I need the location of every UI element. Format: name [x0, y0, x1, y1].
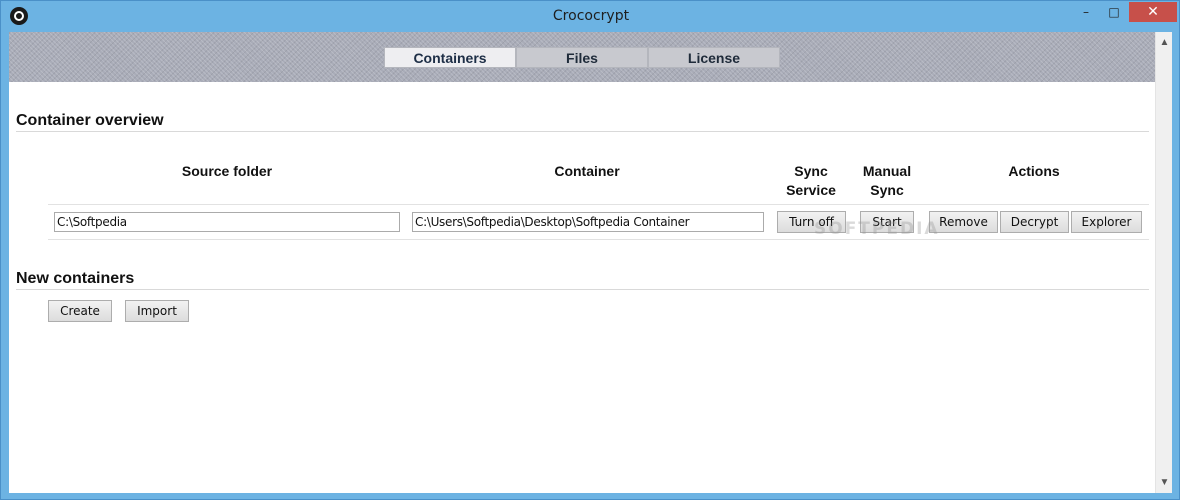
table-divider — [48, 204, 1149, 205]
column-header-manual-line2: Sync — [870, 182, 904, 198]
tab-license[interactable]: License — [648, 47, 780, 68]
import-button[interactable]: Import — [125, 300, 189, 322]
column-header-sync-service: Sync Service — [771, 162, 851, 200]
decrypt-button[interactable]: Decrypt — [1000, 211, 1069, 233]
container-path-field[interactable]: C:\Users\Softpedia\Desktop\Softpedia Con… — [412, 212, 764, 232]
tab-files[interactable]: Files — [516, 47, 648, 68]
scroll-up-icon[interactable]: ▲ — [1156, 34, 1173, 51]
client-area: Containers Files License Container overv… — [9, 32, 1172, 493]
table-divider — [48, 239, 1149, 240]
app-window: Crococrypt – □ ✕ Containers Files Licens… — [0, 0, 1180, 500]
column-header-container: Container — [554, 163, 620, 179]
scroll-down-icon[interactable]: ▼ — [1156, 474, 1173, 491]
header-banner: Containers Files License — [9, 32, 1155, 82]
tab-bar: Containers Files License — [384, 47, 780, 68]
maximize-button[interactable]: □ — [1101, 2, 1127, 22]
window-title: Crococrypt — [552, 8, 630, 24]
tab-containers[interactable]: Containers — [384, 47, 516, 68]
vertical-scrollbar[interactable]: ▲ ▼ — [1155, 32, 1172, 493]
column-header-sync-line2: Service — [786, 182, 836, 198]
section-divider — [16, 289, 1149, 290]
create-button[interactable]: Create — [48, 300, 112, 322]
source-folder-field[interactable]: C:\Softpedia — [54, 212, 400, 232]
section-divider — [16, 131, 1149, 132]
title-bar[interactable]: Crococrypt – □ ✕ — [1, 1, 1179, 32]
minimize-button[interactable]: – — [1073, 2, 1099, 22]
new-containers-heading: New containers — [16, 270, 135, 287]
column-header-actions: Actions — [1008, 163, 1060, 179]
column-header-source-folder: Source folder — [181, 163, 273, 179]
close-button[interactable]: ✕ — [1129, 2, 1177, 22]
watermark: SOFTPEDIA — [814, 219, 940, 239]
column-header-sync-line1: Sync — [794, 163, 828, 179]
column-header-manual-sync: Manual Sync — [847, 162, 927, 200]
container-overview-heading: Container overview — [16, 112, 164, 129]
explorer-button[interactable]: Explorer — [1071, 211, 1142, 233]
column-header-manual-line1: Manual — [862, 163, 912, 179]
